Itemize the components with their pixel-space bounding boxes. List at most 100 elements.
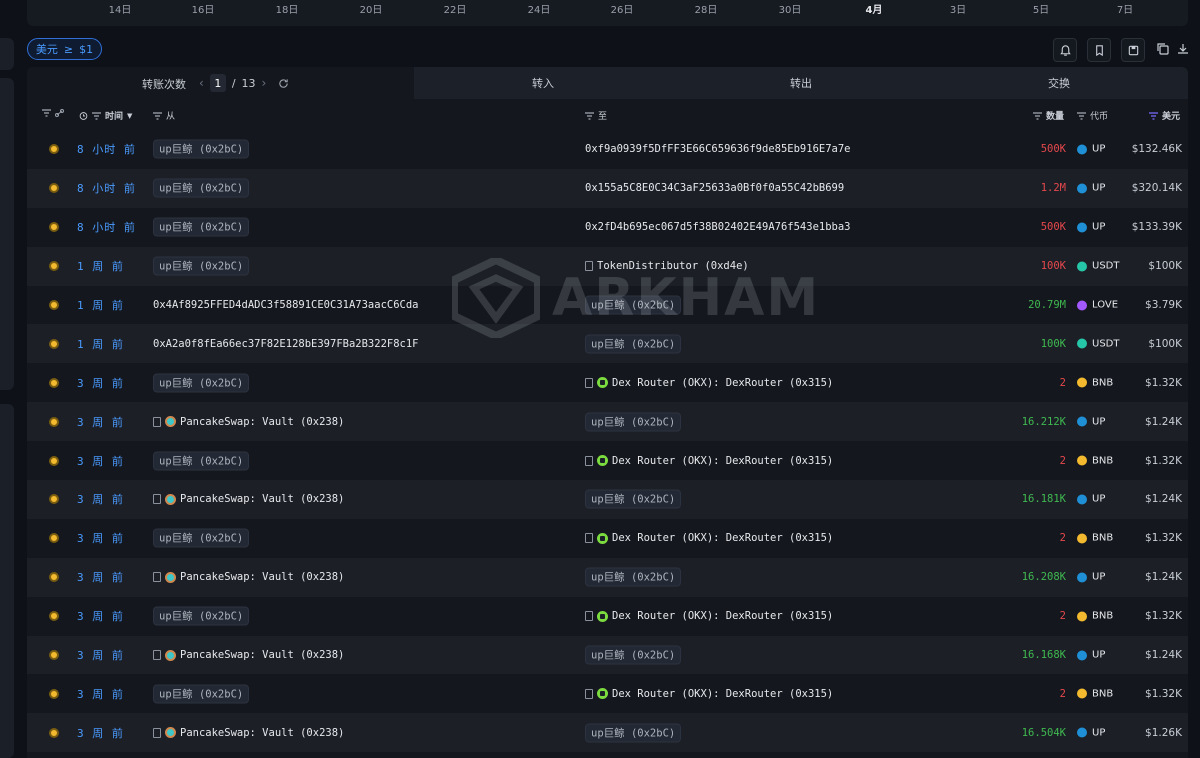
row-token[interactable]: BNB (1077, 533, 1113, 544)
address-link[interactable]: PancakeSwap: Vault (0x238) (180, 571, 344, 583)
table-row[interactable]: 3 周 前 PancakeSwap: Vault (0x238) up巨鲸 (0x2… (27, 402, 1188, 442)
tab-transfers[interactable]: 转账次数 ‹ 1 / 13 › (27, 67, 414, 99)
row-token[interactable]: UP (1077, 222, 1105, 233)
filter-icon[interactable] (42, 109, 51, 117)
row-time[interactable]: 8 小时 前 (77, 219, 136, 235)
entity-tag[interactable]: up巨鲸 (0x2bC) (153, 139, 250, 159)
table-row[interactable]: 3 周 前 PancakeSwap: Vault (0x238) up巨鲸 (0x2… (27, 713, 1188, 753)
header-usd[interactable]: 美元 (1149, 109, 1180, 122)
entity-tag[interactable]: up巨鲸 (0x2bC) (153, 606, 250, 626)
alert-button[interactable] (1053, 38, 1077, 62)
table-row[interactable]: 3 周 前 PancakeSwap: Vault (0x238) up巨鲸 (0x2… (27, 480, 1188, 519)
address-link[interactable]: TokenDistributor (0xd4e) (597, 260, 749, 272)
row-token[interactable]: UP (1077, 572, 1105, 583)
row-token[interactable]: USDT (1077, 261, 1119, 272)
filter-active-icon[interactable] (1149, 111, 1158, 120)
entity-tag[interactable]: up巨鲸 (0x2bC) (153, 451, 250, 471)
tab-swap[interactable]: 交换 (930, 67, 1188, 99)
row-time[interactable]: 3 周 前 (77, 608, 124, 624)
address-link[interactable]: PancakeSwap: Vault (0x238) (180, 493, 344, 505)
row-token[interactable]: UP (1077, 144, 1105, 155)
page-current[interactable]: 1 (209, 74, 226, 92)
row-time[interactable]: 3 周 前 (77, 647, 124, 663)
row-time[interactable]: 3 周 前 (77, 491, 124, 507)
header-to[interactable]: 至 (585, 109, 607, 122)
row-time[interactable]: 3 周 前 (77, 375, 124, 391)
table-row[interactable]: 8 小时 前 up巨鲸 (0x2bC) 0x155a5C8E0C34C3aF2563… (27, 168, 1188, 208)
address-link[interactable]: Dex Router (OKX): DexRouter (0x315) (612, 455, 833, 467)
entity-tag[interactable]: up巨鲸 (0x2bC) (153, 684, 250, 704)
row-token[interactable]: BNB (1077, 455, 1113, 466)
row-token[interactable]: USDT (1077, 338, 1119, 349)
table-row[interactable]: 1 周 前 0x4Af8925FFED4dADC3f58891CE0C31A73a… (27, 286, 1188, 325)
row-token[interactable]: BNB (1077, 611, 1113, 622)
filter-icon[interactable] (1077, 112, 1086, 120)
row-time[interactable]: 3 周 前 (77, 686, 124, 702)
next-page-icon[interactable]: › (262, 76, 267, 90)
row-token[interactable]: UP (1077, 183, 1105, 194)
row-time[interactable]: 1 周 前 (77, 336, 124, 352)
row-time[interactable]: 3 周 前 (77, 414, 124, 430)
address-link[interactable]: 0x155a5C8E0C34C3aF25633a0Bf0f0a55C42bB69… (585, 182, 844, 194)
entity-tag[interactable]: up巨鲸 (0x2bC) (153, 373, 250, 393)
address-link[interactable]: Dex Router (OKX): DexRouter (0x315) (612, 377, 833, 389)
entity-tag[interactable]: up巨鲸 (0x2bC) (153, 217, 250, 237)
header-from[interactable]: 从 (153, 109, 175, 122)
table-row[interactable]: 3 周 前 up巨鲸 (0x2bC) Dex Router (OKX): DexRo… (27, 441, 1188, 480)
row-token[interactable]: UP (1077, 494, 1105, 505)
table-row[interactable]: 3 周 前 up巨鲸 (0x2bC) Dex Router (OKX): DexRo… (27, 363, 1188, 402)
link-icon[interactable] (55, 109, 64, 117)
table-row[interactable]: 3 周 前 up巨鲸 (0x2bC) Dex Router (OKX): DexRo… (27, 519, 1188, 558)
address-link[interactable]: 0xf9a0939f5DfFF3E66C659636f9de85Eb916E7a… (585, 143, 851, 155)
address-link[interactable]: Dex Router (OKX): DexRouter (0x315) (612, 532, 833, 544)
entity-tag[interactable]: up巨鲸 (0x2bC) (585, 334, 682, 354)
entity-tag[interactable]: up巨鲸 (0x2bC) (153, 256, 250, 276)
row-token[interactable]: UP (1077, 727, 1105, 738)
entity-tag[interactable]: up巨鲸 (0x2bC) (585, 489, 682, 509)
row-token[interactable]: BNB (1077, 688, 1113, 699)
row-time[interactable]: 1 周 前 (77, 258, 124, 274)
table-row[interactable]: 3 周 前 up巨鲸 (0x2bC) Dex Router (OKX): DexRo… (27, 597, 1188, 636)
filter-icon[interactable] (153, 112, 162, 120)
address-link[interactable]: 0x4Af8925FFED4dADC3f58891CE0C31A73aacC6C… (153, 299, 419, 311)
row-time[interactable]: 3 周 前 (77, 569, 124, 585)
filter-icon[interactable] (1033, 112, 1042, 120)
save-button[interactable] (1121, 38, 1145, 62)
table-row[interactable]: 3 周 前 PancakeSwap: Vault (0x238) up巨鲸 (0x2… (27, 557, 1188, 597)
table-row[interactable]: 3 周 前 PancakeSwap: Vault (0x238) up巨鲸 (0x2… (27, 635, 1188, 675)
tab-in[interactable]: 转入 (414, 67, 672, 99)
row-token[interactable]: BNB (1077, 377, 1113, 388)
entity-tag[interactable]: up巨鲸 (0x2bC) (585, 412, 682, 432)
download-icon[interactable] (1176, 42, 1190, 56)
entity-tag[interactable]: up巨鲸 (0x2bC) (585, 295, 682, 315)
table-row[interactable]: 8 小时 前 up巨鲸 (0x2bC) 0xf9a0939f5DfFF3E66C65… (27, 130, 1188, 169)
row-time[interactable]: 1 周 前 (77, 297, 124, 313)
sort-down-icon[interactable]: ▼ (127, 112, 132, 120)
copy-icon[interactable] (1156, 42, 1170, 56)
address-link[interactable]: Dex Router (OKX): DexRouter (0x315) (612, 688, 833, 700)
prev-page-icon[interactable]: ‹ (199, 76, 204, 90)
table-row[interactable]: 1 周 前 0xA2a0f8fEa66ec37F82E128bE397FBa2B3… (27, 324, 1188, 364)
address-link[interactable]: 0xA2a0f8fEa66ec37F82E128bE397FBa2B322F8c… (153, 338, 419, 350)
header-time[interactable]: 时间 ▼ (79, 109, 132, 122)
filter-icon[interactable] (585, 112, 594, 120)
row-time[interactable]: 3 周 前 (77, 725, 124, 741)
table-row[interactable]: 1 周 前 up巨鲸 (0x2bC) TokenDistributor (0xd4e… (27, 246, 1188, 286)
address-link[interactable]: Dex Router (OKX): DexRouter (0x315) (612, 610, 833, 622)
entity-tag[interactable]: up巨鲸 (0x2bC) (585, 645, 682, 665)
header-amount[interactable]: 数量 (1033, 109, 1064, 122)
address-link[interactable]: PancakeSwap: Vault (0x238) (180, 649, 344, 661)
row-token[interactable]: UP (1077, 416, 1105, 427)
row-time[interactable]: 3 周 前 (77, 453, 124, 469)
row-time[interactable]: 8 小时 前 (77, 180, 136, 196)
address-link[interactable]: PancakeSwap: Vault (0x238) (180, 416, 344, 428)
address-link[interactable]: 0x2fD4b695ec067d5f38B02402E49A76f543e1bb… (585, 221, 851, 233)
tab-out[interactable]: 转出 (672, 67, 930, 99)
table-row[interactable]: 3 周 前 up巨鲸 (0x2bC) Dex Router (OKX): DexRo… (27, 674, 1188, 713)
refresh-icon[interactable] (278, 78, 289, 89)
entity-tag[interactable]: up巨鲸 (0x2bC) (153, 528, 250, 548)
row-time[interactable]: 3 周 前 (77, 530, 124, 546)
row-token[interactable]: LOVE (1077, 300, 1118, 311)
bookmark-button[interactable] (1087, 38, 1111, 62)
row-token[interactable]: UP (1077, 650, 1105, 661)
